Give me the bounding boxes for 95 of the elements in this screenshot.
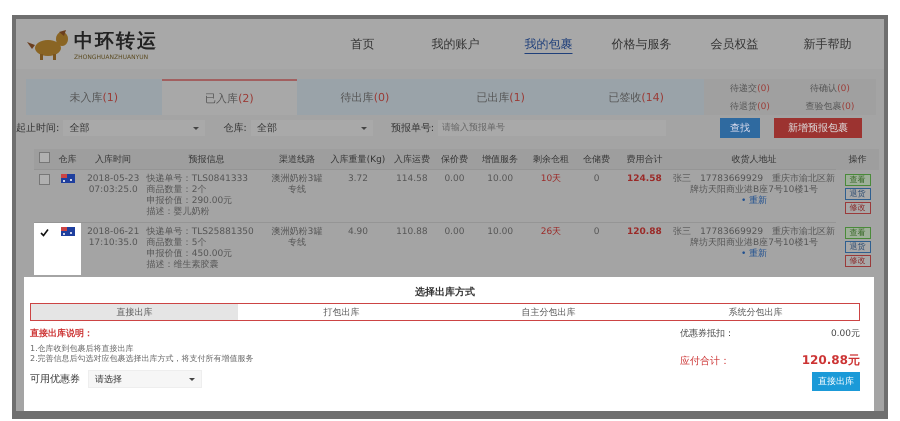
table-cell-text: 快递单号：TLS0841333	[146, 174, 250, 184]
coupon-label: 可用优惠券	[30, 372, 80, 386]
coupon-dropdown[interactable]: 请选择	[88, 370, 202, 388]
add-button[interactable]: 新增预报包裹	[774, 118, 862, 138]
method-tab[interactable]: 直接出库	[31, 304, 238, 320]
dropdown[interactable]: 全部	[63, 120, 206, 136]
nav-link[interactable]: 价格与服务	[595, 30, 688, 58]
counter-link[interactable]: 待确认(0)	[790, 82, 870, 94]
filter-label: 起止时间:	[16, 122, 60, 135]
column-header: 入库运费	[389, 149, 434, 170]
tab[interactable]: 未入库(1)	[26, 79, 162, 115]
column-header: 剩余仓租	[526, 149, 576, 170]
search-button[interactable]: 查找	[720, 118, 760, 138]
table-cell: 10天	[540, 174, 562, 184]
address-link[interactable]: • 重新	[672, 249, 836, 260]
table-cell: 0	[594, 174, 600, 184]
column-header: 增值服务	[474, 149, 526, 170]
table-cell: 4.90	[348, 227, 368, 237]
counter-link[interactable]: 待递交(0)	[710, 82, 790, 94]
note-text: 2.完善信息后勾选对应包裹选择出库方式，将支付所有增值服务	[30, 354, 254, 364]
table-cell: 0.00	[444, 174, 464, 184]
table-cell-text: 澳洲奶粉3罐专线	[270, 227, 324, 249]
submit-button[interactable]: 直接出库	[812, 372, 860, 391]
table-cell: 124.58	[627, 174, 662, 184]
dropdown[interactable]: 全部	[250, 120, 373, 136]
column-header: 保价费	[434, 149, 475, 170]
note-text: 1.仓库收到包裹后将直接出库	[30, 344, 135, 354]
action-button[interactable]: 修改	[844, 254, 871, 266]
action-button[interactable]: 退货	[844, 188, 871, 200]
table-cell-text: 澳洲奶粉3罐专线	[270, 174, 324, 196]
dialog-title: 选择出库方式	[414, 285, 476, 300]
table-cell: 3.72	[348, 174, 368, 184]
nav-link[interactable]: 会员权益	[688, 30, 781, 58]
table-cell-text: 商品数量：5个	[146, 238, 208, 248]
table-cell: 110.88	[396, 227, 428, 237]
counter-link[interactable]: 待退货(0)	[710, 100, 790, 112]
tab[interactable]: 已入库(2)	[162, 79, 298, 115]
column-header: 渠道线路	[268, 149, 326, 170]
address-link[interactable]: • 重新	[672, 196, 836, 207]
filter-label: 预报单号:	[390, 122, 434, 135]
table-cell-text: 2018-05-23	[86, 174, 140, 185]
table-cell: 120.88	[627, 227, 662, 237]
counter-link[interactable]: 查验包裹(0)	[790, 100, 870, 112]
flag-icon	[60, 227, 75, 236]
table-cell: 114.58	[396, 174, 428, 184]
caret-icon	[360, 126, 367, 130]
table-cell-text: 描述：婴儿奶粉	[146, 207, 211, 218]
column-header: 仓库	[54, 149, 81, 170]
table-cell-text: 商品数量：2个	[146, 185, 208, 196]
table-cell: 10.00	[487, 174, 514, 184]
table-cell-text: 17:10:35.0	[88, 238, 139, 249]
nav-link[interactable]: 我的包裹	[502, 30, 595, 58]
action-button[interactable]: 退货	[844, 240, 871, 252]
action-button[interactable]: 修改	[844, 202, 871, 214]
caret-icon	[193, 126, 200, 130]
nav-link[interactable]: 我的账户	[409, 30, 502, 58]
table-cell: 0	[594, 227, 600, 237]
table-cell: 26天	[540, 227, 562, 237]
input-field[interactable]: 请输入预报单号	[438, 120, 666, 136]
checkbox[interactable]	[38, 174, 50, 185]
note-title: 直接出库说明：	[30, 327, 94, 340]
tab[interactable]: 已出库(1)	[432, 79, 568, 115]
column-header: 入库重量(Kg)	[326, 149, 390, 170]
address-text: 张三 17783669929 重庆市渝北区新牌坊天阳商业港B座7号10楼1号	[672, 227, 836, 248]
table-cell-text: 申报价值：290.00元	[146, 196, 234, 206]
column-header: 仓储费	[576, 149, 617, 170]
checkbox[interactable]	[38, 152, 50, 163]
flag-icon	[60, 174, 75, 183]
table-cell-text: 快递单号：TLS25881350	[146, 227, 255, 238]
nav-link[interactable]: 首页	[316, 30, 409, 58]
table-cell: 10.00	[487, 227, 514, 237]
caret-icon	[189, 378, 195, 380]
table-cell-text: 07:03:25.0	[88, 185, 139, 196]
address-text: 张三 17783669929 重庆市渝北区新牌坊天阳商业港B座7号10楼1号	[672, 174, 836, 196]
table-cell-text: 2018-06-21	[86, 227, 140, 238]
discount-value: 0.00元	[830, 328, 860, 340]
table-cell-text: 申报价值：450.00元	[146, 249, 234, 260]
nav-link[interactable]: 新手帮助	[781, 30, 874, 58]
total-label: 应付合计：	[680, 354, 730, 368]
discount-label: 优惠券抵扣：	[680, 328, 734, 340]
table-cell-text: 描述：维生素胶囊	[146, 260, 220, 271]
column-header: 入库时间	[80, 149, 146, 170]
logo-name: 中环转运	[74, 28, 158, 54]
column-header: 预报信息	[146, 149, 268, 170]
filter-label: 仓库:	[223, 122, 247, 135]
column-header: 操作	[836, 149, 879, 170]
table-cell: 0.00	[444, 227, 464, 237]
action-button[interactable]: 查看	[844, 226, 871, 238]
column-header: 收货人地址	[672, 149, 836, 170]
column-header: 费用合计	[616, 149, 672, 170]
horse-icon	[26, 27, 70, 61]
action-button[interactable]: 查看	[844, 174, 871, 186]
total-value: 120.88元	[802, 352, 860, 369]
tab[interactable]: 待出库(0)	[297, 79, 433, 115]
tab[interactable]: 已签收(14)	[568, 79, 704, 115]
